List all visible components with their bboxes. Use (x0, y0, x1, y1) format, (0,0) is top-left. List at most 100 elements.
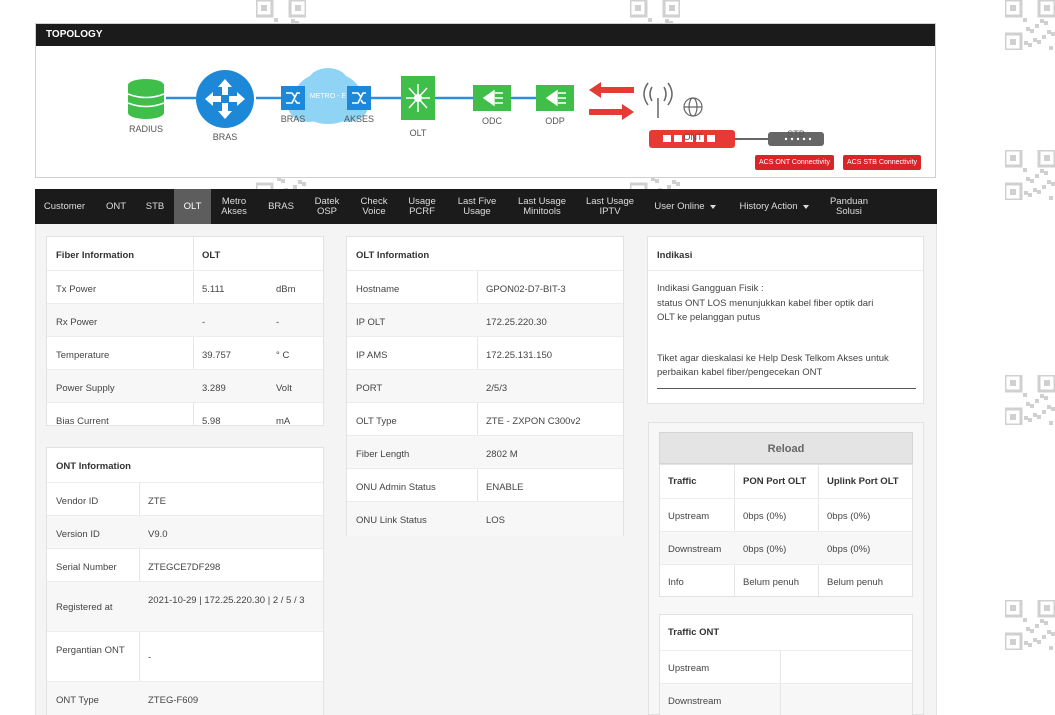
row-label: Downstream (668, 544, 722, 555)
row-label: Version ID (56, 529, 100, 540)
divider (657, 388, 916, 389)
traffic-ont-table: Traffic ONT Upstream Downstream (659, 614, 913, 715)
fiber-olt-heading: OLT (202, 250, 221, 261)
row-label: Bias Current (56, 416, 109, 427)
indikasi-line: Indikasi Gangguan Fisik : (657, 283, 764, 294)
row-label: Tx Power (56, 284, 97, 295)
row-unit: mA (276, 416, 291, 427)
indikasi-card: Indikasi Indikasi Gangguan Fisik : statu… (647, 236, 924, 404)
tab-customer[interactable]: Customer (38, 189, 91, 224)
traffic-header: Uplink Port OLT (827, 476, 899, 487)
qr-watermark-icon (1005, 600, 1055, 650)
row-value: 0bps (0%) (827, 511, 871, 522)
tab-user-online[interactable]: User Online (647, 189, 723, 224)
row-label: Serial Number (56, 562, 117, 573)
row-value: V9.0 (148, 529, 168, 540)
traffic-header: Traffic (668, 476, 697, 487)
odp-label: ODP (545, 116, 565, 126)
row-label: IP AMS (356, 350, 388, 361)
indikasi-line: status ONT LOS menunjukkan kabel fiber o… (657, 298, 874, 309)
tab-datek-osp[interactable]: Datek OSP (307, 189, 347, 224)
row-label: Power Supply (56, 383, 115, 394)
tab-bras[interactable]: BRAS (259, 189, 303, 224)
table-row: Upstream 0bps (0%) 0bps (0%) (660, 498, 912, 531)
row-value: - (202, 317, 206, 328)
table-row: OLT Type ZTE - ZXPON C300v2 (347, 402, 623, 435)
table-row: IP AMS 172.25.131.150 (347, 336, 623, 369)
row-label: Temperature (56, 350, 110, 361)
odp-icon (536, 85, 574, 111)
topology-title: TOPOLOGY (36, 24, 935, 46)
row-value: 0bps (0%) (827, 544, 871, 555)
row-value: ZTEG-F609 (148, 695, 199, 706)
table-row: Version ID V9.0 (47, 515, 323, 548)
row-value: 0bps (0%) (743, 511, 787, 522)
indikasi-heading: Indikasi (657, 250, 693, 261)
bras-switch-label: BRAS (280, 114, 306, 124)
table-row: IP OLT 172.25.220.30 (347, 303, 623, 336)
ont-info-heading: ONT Information (56, 461, 131, 472)
row-value: 172.25.131.150 (486, 350, 553, 361)
row-value: ZTE (148, 496, 166, 507)
akses-label: AKSES (343, 114, 374, 124)
tab-history-action[interactable]: History Action (731, 189, 817, 224)
table-row: ONU Admin Status ENABLE (347, 468, 623, 501)
row-label: Rx Power (56, 317, 98, 328)
indikasi-line: Tiket agar dieskalasi ke Help Desk Telko… (657, 353, 889, 364)
row-unit: - (276, 317, 280, 328)
tab-check-voice[interactable]: Check Voice (353, 189, 395, 224)
tab-last-five-usage[interactable]: Last Five Usage (449, 189, 505, 224)
table-row: Pergantian ONT - (47, 631, 323, 681)
tab-last-usage-iptv[interactable]: Last Usage IPTV (580, 189, 640, 224)
olt-information-card: OLT Information Hostname GPON02-D7-BIT-3… (346, 236, 624, 536)
row-label: PORT (356, 383, 383, 394)
tab-metro-akses[interactable]: Metro Akses (213, 189, 255, 224)
ont-information-card: ONT Information Vendor ID ZTE Version ID… (46, 447, 324, 715)
tab-panduan-solusi[interactable]: Panduan Solusi (825, 189, 873, 224)
table-row: Downstream (660, 683, 912, 715)
tab-stb[interactable]: STB (139, 189, 171, 224)
olt-label: OLT (409, 128, 427, 138)
table-row: Hostname GPON02-D7-BIT-3 (347, 270, 623, 303)
row-label: Fiber Length (356, 449, 410, 460)
fiber-info-heading: Fiber Information (56, 250, 135, 261)
indikasi-line: perbaikan kabel fiber/pengecekan ONT (657, 367, 823, 378)
row-value: Belum penuh (827, 577, 883, 588)
table-row: Fiber Length 2802 M (347, 435, 623, 468)
table-row: PORT 2/5/3 (347, 369, 623, 402)
tab-ont[interactable]: ONT (97, 189, 135, 224)
row-label: ONT Type (56, 695, 99, 706)
traffic-header: PON Port OLT (743, 476, 807, 487)
row-label: Pergantian ONT (56, 645, 125, 656)
tab-usage-pcrf[interactable]: Usage PCRF (401, 189, 443, 224)
row-label: Downstream (668, 696, 722, 707)
odc-icon (473, 85, 511, 111)
wifi-antenna-icon (643, 82, 673, 118)
tab-last-usage-minitools[interactable]: Last Usage Minitools (511, 189, 573, 224)
reload-button[interactable]: Reload (659, 432, 913, 464)
row-label: Upstream (668, 511, 710, 522)
table-row: Tx Power 5.111 dBm (47, 270, 323, 303)
traffic-ont-heading: Traffic ONT (668, 627, 720, 638)
row-unit: Volt (276, 383, 292, 394)
row-value: 5.98 (202, 416, 221, 427)
table-row: Vendor ID ZTE (47, 482, 323, 515)
row-value: 5.111 (202, 284, 225, 295)
globe-icon (683, 97, 703, 117)
table-row: ONU Link Status LOS (347, 501, 623, 536)
radius-label: RADIUS (128, 124, 163, 134)
table-row: Temperature 39.757 ° C (47, 336, 323, 369)
acs-stb-connectivity-button[interactable]: ACS STB Connectivity (843, 155, 922, 170)
divider (648, 270, 923, 271)
table-row: Serial Number ZTEGCE7DF298 (47, 548, 323, 581)
tab-olt[interactable]: OLT (174, 189, 211, 224)
tab-bar: Customer ONT STB OLT Metro Akses BRAS Da… (35, 189, 937, 224)
topology-panel: TOPOLOGY RADIUS BRAS BRAS METRO - E AKSE… (35, 23, 936, 178)
row-value: 2802 M (486, 449, 518, 460)
acs-ont-connectivity-button[interactable]: ACS ONT Connectivity (755, 155, 835, 170)
row-label: Vendor ID (56, 496, 99, 507)
row-value: 39.757 (202, 350, 232, 361)
traffic-table: Traffic PON Port OLT Uplink Port OLT Ups… (659, 464, 913, 597)
olt-info-heading: OLT Information (356, 250, 430, 261)
qr-watermark-icon (1005, 375, 1055, 425)
